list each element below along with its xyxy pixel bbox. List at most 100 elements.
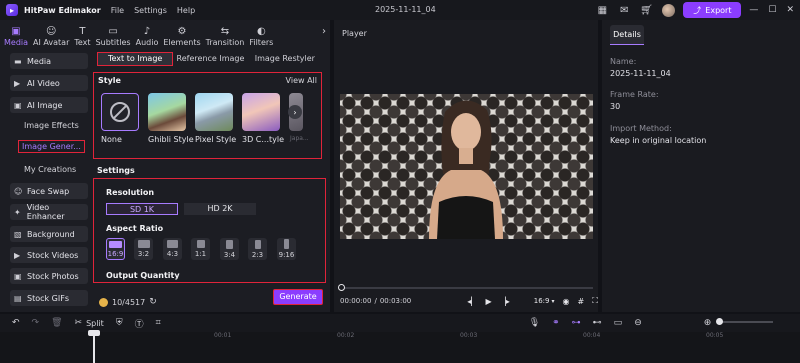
refresh-icon[interactable]: ↻ xyxy=(149,297,157,307)
cart-icon[interactable]: 🛒︎ xyxy=(638,2,654,18)
generate-button[interactable]: Generate xyxy=(273,289,323,305)
avatar[interactable] xyxy=(662,3,676,17)
grid-icon[interactable]: # xyxy=(578,297,585,306)
background-icon: ▧ xyxy=(14,229,22,239)
mic-icon[interactable]: 🎙︎ xyxy=(529,318,540,328)
aspect-1-1[interactable]: 1:1 xyxy=(191,238,210,260)
menu-settings[interactable]: Settings xyxy=(134,6,167,15)
sidebar-item-video-enhancer[interactable]: ✦ Video Enhancer xyxy=(10,203,88,221)
close-icon[interactable]: ✕ xyxy=(786,5,794,15)
chevron-right-icon[interactable]: › xyxy=(288,105,302,119)
video-preview[interactable] xyxy=(340,94,593,239)
tab-image-restyler[interactable]: Image Restyler xyxy=(248,52,322,66)
aspect-ratio-select[interactable]: 16:9 xyxy=(534,297,550,305)
resolution-sd-1k[interactable]: SD 1K xyxy=(106,203,178,215)
aspect-ratio-label: Aspect Ratio xyxy=(106,224,164,233)
text-tool-icon[interactable]: Ⓣ xyxy=(135,317,144,330)
style-ghibli[interactable] xyxy=(148,93,186,131)
tool-label: Subtitles xyxy=(95,38,131,47)
aspect-4-3[interactable]: 4:3 xyxy=(163,238,182,260)
sidebar-item-ai-video[interactable]: ▶ AI Video xyxy=(10,75,88,91)
export-label: Export xyxy=(705,5,732,15)
redo-icon[interactable]: ↷ xyxy=(32,318,40,328)
unlink-icon[interactable]: ⊷ xyxy=(593,318,602,328)
ai-avatar-icon: ☺ xyxy=(45,26,57,37)
fullscreen-icon[interactable]: ⛶ xyxy=(592,296,598,306)
tool-elements[interactable]: ⚙ Elements xyxy=(163,26,200,47)
chevron-down-icon[interactable]: ▾ xyxy=(552,298,555,305)
split-icon[interactable]: ✂ xyxy=(75,318,83,328)
tool-ai-avatar[interactable]: ☺ AI Avatar xyxy=(33,26,69,47)
style-pixel[interactable] xyxy=(195,93,233,131)
sidebar-sub-my-creations[interactable]: My Creations xyxy=(24,165,76,174)
delete-icon[interactable]: 🗑︎ xyxy=(51,318,62,328)
link-icon[interactable]: ⚭ xyxy=(552,318,560,328)
zoom-slider[interactable] xyxy=(717,321,773,323)
menu-file[interactable]: File xyxy=(111,6,124,15)
zoom-in-icon[interactable]: ⊕ xyxy=(704,318,712,328)
playhead-handle[interactable] xyxy=(88,330,100,336)
sidebar-item-ai-image[interactable]: ▣ AI Image xyxy=(10,97,88,113)
playback-progress[interactable] xyxy=(340,287,593,289)
aspect-2-3[interactable]: 2:3 xyxy=(248,238,267,260)
sidebar-item-media[interactable]: ▬ Media xyxy=(10,53,88,69)
export-button[interactable]: ⤴ Export xyxy=(683,2,742,18)
aspect-shape xyxy=(137,240,150,248)
aspect-3-4[interactable]: 3:4 xyxy=(220,238,239,260)
undo-icon[interactable]: ↶ xyxy=(12,318,20,328)
style-label-pixel: Pixel Style xyxy=(195,135,237,144)
style-none[interactable] xyxy=(101,93,139,131)
chevron-right-icon[interactable]: › xyxy=(322,26,326,37)
tool-transition[interactable]: ⇆ Transition xyxy=(206,26,245,47)
progress-handle[interactable] xyxy=(338,284,345,291)
filters-icon: ◐ xyxy=(256,26,266,37)
view-all-link[interactable]: View All xyxy=(286,76,317,85)
tool-filters[interactable]: ◐ Filters xyxy=(249,26,273,47)
sidebar-item-background[interactable]: ▧ Background xyxy=(10,226,88,242)
snapshot-icon[interactable]: ◉ xyxy=(563,297,570,306)
next-frame-icon[interactable]: ▕▸ xyxy=(500,297,510,306)
resolution-hd-2k[interactable]: HD 2K xyxy=(184,203,256,215)
sidebar-item-stock-photos[interactable]: ▣ Stock Photos xyxy=(10,268,88,284)
gift-icon[interactable]: ✉ xyxy=(616,2,632,18)
tab-reference-image[interactable]: Reference Image xyxy=(173,52,247,66)
time-separator: / xyxy=(374,297,377,305)
tool-audio[interactable]: ♪ Audio xyxy=(136,26,159,47)
sidebar-item-stock-gifs[interactable]: ▤ Stock GIFs xyxy=(10,290,88,306)
aspect-label: 16:9 xyxy=(107,249,124,258)
playhead[interactable] xyxy=(93,332,95,363)
aspect-16-9[interactable]: 16:9 xyxy=(106,238,125,260)
tool-text[interactable]: T Text xyxy=(74,26,90,47)
transition-icon: ⇆ xyxy=(220,26,230,37)
crop-icon[interactable]: ⌗ xyxy=(156,318,161,328)
aspect-3-2[interactable]: 3:2 xyxy=(134,238,153,260)
tool-media[interactable]: ▣ Media xyxy=(4,26,28,47)
sidebar-item-label: Stock Videos xyxy=(27,250,79,260)
details-panel: Details Name: 2025-11-11_04 Frame Rate: … xyxy=(602,20,800,312)
maximize-icon[interactable]: ☐ xyxy=(768,5,776,15)
sidebar-sub-image-generator[interactable]: Image Gener... xyxy=(18,140,85,153)
tool-label: Elements xyxy=(163,38,201,47)
zoom-slider-handle[interactable] xyxy=(716,318,723,325)
prev-frame-icon[interactable]: ◂▏ xyxy=(467,297,477,306)
tab-text-to-image[interactable]: Text to Image xyxy=(97,52,174,66)
split-label[interactable]: Split xyxy=(86,319,104,328)
tool-subtitles[interactable]: ▭ Subtitles xyxy=(96,26,131,47)
timeline[interactable]: 00:01 00:02 00:03 00:04 00:05 xyxy=(0,332,800,363)
minimize-icon[interactable]: — xyxy=(749,5,758,15)
layout-icon[interactable]: ▦ xyxy=(594,2,610,18)
track-icon[interactable]: ⊶ xyxy=(572,318,581,328)
menu-help[interactable]: Help xyxy=(177,6,195,15)
sidebar-sub-image-effects[interactable]: Image Effects xyxy=(24,121,79,130)
play-icon[interactable]: ▶ xyxy=(485,297,491,306)
fit-icon[interactable]: ▭ xyxy=(614,318,623,328)
style-3d-cartoon[interactable] xyxy=(242,93,280,131)
aspect-9-16[interactable]: 9:16 xyxy=(277,238,296,260)
zoom-out-icon[interactable]: ⊖ xyxy=(634,318,642,328)
shield-icon[interactable]: ⛨ xyxy=(116,318,123,328)
style-label-japanese: Japa... xyxy=(290,135,309,142)
frame-rate-value: 30 xyxy=(610,102,621,111)
sidebar-item-stock-videos[interactable]: ▶ Stock Videos xyxy=(10,247,88,263)
tab-details[interactable]: Details xyxy=(610,25,644,45)
sidebar-item-face-swap[interactable]: ☺ Face Swap xyxy=(10,183,88,199)
